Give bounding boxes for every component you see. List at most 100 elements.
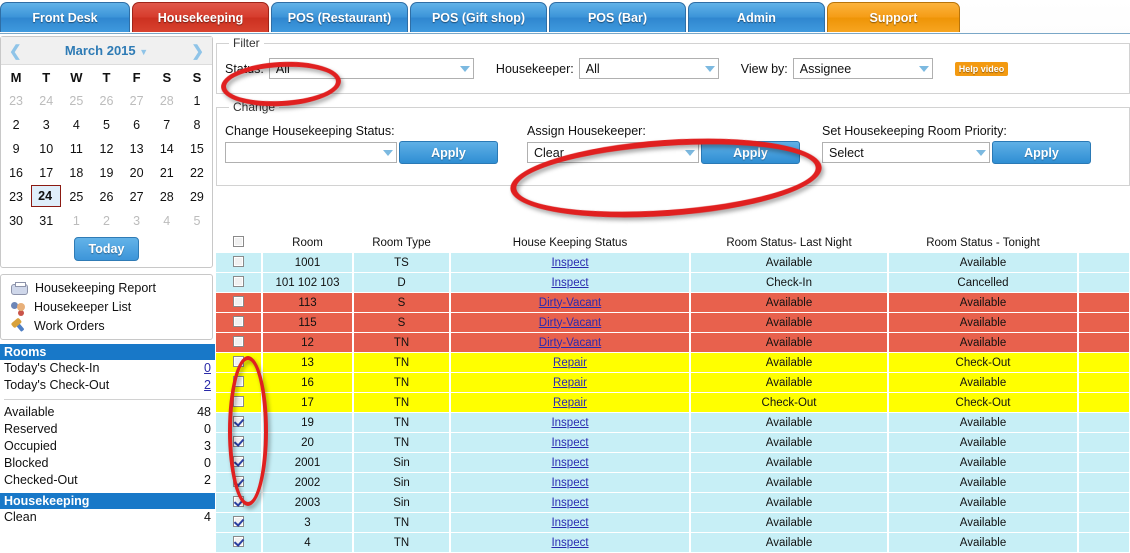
row-checkbox[interactable] bbox=[233, 435, 244, 447]
table-row[interactable]: 101 102 103 D Inspect Check-In Cancelled bbox=[216, 272, 1130, 293]
housekeeping-status-cell[interactable]: Dirty-Vacant bbox=[450, 332, 691, 353]
table-row[interactable]: 20 TN Inspect Available Available bbox=[216, 432, 1130, 453]
housekeeping-status-link[interactable]: Repair bbox=[553, 397, 587, 409]
housekeeping-status-cell[interactable]: Repair bbox=[450, 392, 691, 413]
row-checkbox-cell[interactable] bbox=[216, 432, 263, 453]
table-row[interactable]: 13 TN Repair Available Check-Out bbox=[216, 352, 1130, 373]
row-checkbox[interactable] bbox=[233, 395, 244, 407]
change-status-select[interactable] bbox=[225, 142, 397, 163]
calendar-day-cell[interactable]: 31 bbox=[31, 209, 61, 233]
calendar-day-cell[interactable]: 29 bbox=[182, 185, 212, 209]
calendar-day-cell[interactable]: 24 bbox=[31, 185, 62, 207]
calendar-day-cell[interactable]: 3 bbox=[122, 209, 152, 233]
row-checkbox[interactable] bbox=[233, 495, 244, 507]
calendar-day-cell[interactable]: 18 bbox=[61, 161, 91, 185]
housekeeping-status-link[interactable]: Dirty-Vacant bbox=[539, 337, 601, 349]
housekeeping-status-link[interactable]: Inspect bbox=[551, 477, 588, 489]
calendar-day-cell[interactable]: 8 bbox=[182, 113, 212, 137]
calendar-day-cell[interactable]: 28 bbox=[152, 89, 182, 113]
row-checkbox[interactable] bbox=[233, 535, 244, 547]
housekeeping-status-link[interactable]: Inspect bbox=[551, 437, 588, 449]
calendar-day-cell[interactable]: 15 bbox=[182, 137, 212, 161]
tab-support[interactable]: Support bbox=[827, 2, 960, 32]
table-row[interactable]: 2002 Sin Inspect Available Available bbox=[216, 472, 1130, 493]
row-checkbox-cell[interactable] bbox=[216, 253, 263, 273]
row-checkbox-cell[interactable] bbox=[216, 292, 263, 313]
housekeeping-status-cell[interactable]: Inspect bbox=[450, 452, 691, 473]
calendar-day-cell[interactable]: 4 bbox=[152, 209, 182, 233]
calendar-day-cell[interactable]: 14 bbox=[152, 137, 182, 161]
calendar-day-cell[interactable]: 2 bbox=[91, 209, 121, 233]
calendar-day-cell[interactable]: 23 bbox=[1, 89, 31, 113]
apply-priority-button[interactable]: Apply bbox=[992, 141, 1091, 164]
housekeeping-status-cell[interactable]: Inspect bbox=[450, 512, 691, 533]
calendar-day-cell[interactable]: 28 bbox=[152, 185, 182, 209]
housekeeping-status-link[interactable]: Inspect bbox=[551, 277, 588, 289]
row-checkbox-cell[interactable] bbox=[216, 492, 263, 513]
row-checkbox-cell[interactable] bbox=[216, 512, 263, 533]
calendar-day-cell[interactable]: 23 bbox=[1, 185, 31, 209]
sidebar-link-housekeeping-report[interactable]: Housekeeping Report bbox=[1, 278, 212, 297]
calendar-day-cell[interactable]: 17 bbox=[31, 161, 61, 185]
row-checkbox[interactable] bbox=[233, 475, 244, 487]
row-checkbox[interactable] bbox=[233, 275, 244, 287]
row-checkbox[interactable] bbox=[233, 355, 244, 367]
housekeeping-status-link[interactable]: Repair bbox=[553, 357, 587, 369]
calendar-day-cell[interactable]: 24 bbox=[31, 89, 61, 113]
stat-value[interactable]: 2 bbox=[204, 377, 211, 394]
row-checkbox-cell[interactable] bbox=[216, 532, 263, 553]
calendar-day-cell[interactable]: 30 bbox=[1, 209, 31, 233]
calendar-day-cell[interactable]: 2 bbox=[1, 113, 31, 137]
sidebar-link-work-orders[interactable]: Work Orders bbox=[1, 316, 212, 335]
calendar-prev-icon[interactable]: ❮ bbox=[9, 42, 22, 60]
housekeeping-status-cell[interactable]: Dirty-Vacant bbox=[450, 292, 691, 313]
calendar-day-cell[interactable]: 27 bbox=[122, 185, 152, 209]
table-row[interactable]: 19 TN Inspect Available Available bbox=[216, 412, 1130, 433]
housekeeping-status-link[interactable]: Inspect bbox=[551, 257, 588, 269]
housekeeping-status-cell[interactable]: Repair bbox=[450, 352, 691, 373]
calendar-day-cell[interactable]: 11 bbox=[61, 137, 91, 161]
housekeeper-select[interactable]: All bbox=[578, 58, 719, 79]
room-priority-select[interactable]: Select bbox=[822, 142, 990, 163]
table-row[interactable]: 17 TN Repair Check-Out Check-Out bbox=[216, 392, 1130, 413]
housekeeping-status-cell[interactable]: Inspect bbox=[450, 412, 691, 433]
row-checkbox-cell[interactable] bbox=[216, 272, 263, 293]
row-checkbox[interactable] bbox=[233, 415, 244, 427]
calendar-next-icon[interactable]: ❯ bbox=[191, 42, 204, 60]
calendar-day-cell[interactable]: 1 bbox=[61, 209, 91, 233]
help-video-button[interactable]: Help video bbox=[954, 61, 1009, 76]
housekeeping-status-cell[interactable]: Inspect bbox=[450, 432, 691, 453]
today-button[interactable]: Today bbox=[73, 237, 140, 261]
assign-housekeeper-select[interactable]: Clear bbox=[527, 142, 699, 163]
housekeeping-status-cell[interactable]: Inspect bbox=[450, 253, 691, 273]
tab-admin[interactable]: Admin bbox=[688, 2, 825, 32]
row-checkbox-cell[interactable] bbox=[216, 472, 263, 493]
select-all-checkbox[interactable] bbox=[233, 235, 245, 247]
housekeeping-status-link[interactable]: Inspect bbox=[551, 517, 588, 529]
status-select[interactable]: All bbox=[268, 58, 474, 79]
calendar-day-cell[interactable]: 19 bbox=[91, 161, 121, 185]
tab-pos-gift-shop[interactable]: POS (Gift shop) bbox=[410, 2, 547, 32]
housekeeping-status-link[interactable]: Dirty-Vacant bbox=[539, 317, 601, 329]
calendar-day-cell[interactable]: 16 bbox=[1, 161, 31, 185]
housekeeping-status-link[interactable]: Dirty-Vacant bbox=[539, 297, 601, 309]
row-checkbox[interactable] bbox=[233, 315, 244, 327]
table-row[interactable]: 4 TN Inspect Available Available bbox=[216, 532, 1130, 553]
calendar-day-cell[interactable]: 5 bbox=[182, 209, 212, 233]
tab-pos-restaurant[interactable]: POS (Restaurant) bbox=[271, 2, 408, 32]
sidebar-link-housekeeper-list[interactable]: Housekeeper List bbox=[1, 297, 212, 316]
row-checkbox-cell[interactable] bbox=[216, 332, 263, 353]
housekeeping-status-link[interactable]: Inspect bbox=[551, 537, 588, 549]
viewby-select[interactable]: Assignee bbox=[792, 58, 933, 79]
row-checkbox[interactable] bbox=[233, 255, 244, 267]
housekeeping-status-cell[interactable]: Repair bbox=[450, 372, 691, 393]
calendar-day-cell[interactable]: 25 bbox=[61, 185, 91, 209]
calendar-day-cell[interactable]: 20 bbox=[122, 161, 152, 185]
housekeeping-status-cell[interactable]: Inspect bbox=[450, 472, 691, 493]
calendar-day-cell[interactable]: 25 bbox=[61, 89, 91, 113]
housekeeping-status-cell[interactable]: Inspect bbox=[450, 532, 691, 553]
calendar-day-cell[interactable]: 26 bbox=[91, 185, 121, 209]
row-checkbox[interactable] bbox=[233, 335, 244, 347]
tab-front-desk[interactable]: Front Desk bbox=[0, 2, 130, 32]
table-row[interactable]: 16 TN Repair Available Available bbox=[216, 372, 1130, 393]
